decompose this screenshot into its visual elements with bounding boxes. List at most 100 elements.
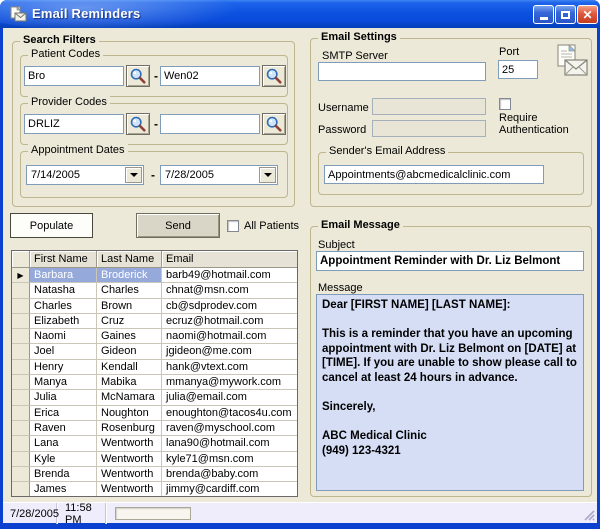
username-input[interactable] [372, 98, 486, 115]
grid-cell[interactable]: Broderick [97, 268, 162, 283]
grid-cell[interactable]: Rosenburg [97, 421, 162, 436]
row-indicator-icon[interactable]: ▶ [12, 268, 30, 283]
grid-cell[interactable]: Barbara [30, 268, 97, 283]
grid-cell[interactable]: Wentworth [97, 467, 162, 482]
table-row[interactable]: JoelGideonjgideon@me.com [12, 344, 297, 359]
row-indicator-cell[interactable] [12, 344, 30, 359]
grid-cell[interactable]: Naomi [30, 329, 97, 344]
table-row[interactable]: EricaNoughtonenoughton@tacos4u.com [12, 406, 297, 421]
row-indicator-cell[interactable] [12, 406, 30, 421]
grid-cell[interactable]: Erica [30, 406, 97, 421]
grid-cell[interactable]: Joel [30, 344, 97, 359]
patient-grid[interactable]: First Name Last Name Email ▶BarbaraBrode… [11, 250, 298, 497]
appointment-date-to-combo[interactable]: 7/28/2005 [160, 165, 278, 185]
column-header-email[interactable]: Email [162, 251, 297, 268]
grid-cell[interactable]: kyle71@msn.com [162, 452, 297, 467]
table-row[interactable]: KyleWentworthkyle71@msn.com [12, 452, 297, 467]
row-indicator-cell[interactable] [12, 436, 30, 451]
column-header-last-name[interactable]: Last Name [97, 251, 162, 268]
grid-cell[interactable]: ecruz@hotmail.com [162, 314, 297, 329]
row-indicator-cell[interactable] [12, 452, 30, 467]
grid-cell[interactable]: James [30, 482, 97, 497]
appointment-date-from-combo[interactable]: 7/14/2005 [26, 165, 144, 185]
row-indicator-cell[interactable] [12, 390, 30, 405]
table-row[interactable]: JamesWentworthjimmy@cardiff.com [12, 482, 297, 497]
row-indicator-cell[interactable] [12, 482, 30, 497]
senders-email-input[interactable] [324, 165, 544, 184]
grid-cell[interactable]: hank@vtext.com [162, 360, 297, 375]
grid-cell[interactable]: naomi@hotmail.com [162, 329, 297, 344]
grid-cell[interactable]: Elizabeth [30, 314, 97, 329]
patient-from-search-button[interactable] [126, 65, 150, 87]
patient-to-search-button[interactable] [262, 65, 286, 87]
provider-to-search-button[interactable] [262, 113, 286, 135]
send-email-icon[interactable] [551, 42, 589, 80]
table-row[interactable]: JuliaMcNamarajulia@email.com [12, 390, 297, 405]
table-row[interactable]: ManyaMabikammanya@mywork.com [12, 375, 297, 390]
port-input[interactable] [498, 60, 538, 79]
all-patients-checkbox[interactable] [227, 220, 239, 232]
table-row[interactable]: ElizabethCruzecruz@hotmail.com [12, 314, 297, 329]
grid-cell[interactable]: chnat@msn.com [162, 283, 297, 298]
grid-cell[interactable]: jgideon@me.com [162, 344, 297, 359]
resize-grip-icon[interactable] [582, 508, 595, 521]
row-indicator-cell[interactable] [12, 421, 30, 436]
provider-code-from-input[interactable] [24, 114, 124, 134]
grid-cell[interactable]: Kyle [30, 452, 97, 467]
table-row[interactable]: HenryKendallhank@vtext.com [12, 360, 297, 375]
grid-cell[interactable]: mmanya@mywork.com [162, 375, 297, 390]
grid-cell[interactable]: Mabika [97, 375, 162, 390]
grid-cell[interactable]: Cruz [97, 314, 162, 329]
row-indicator-cell[interactable] [12, 283, 30, 298]
send-button[interactable]: Send [136, 213, 220, 238]
grid-cell[interactable]: Gaines [97, 329, 162, 344]
grid-cell[interactable]: Wentworth [97, 436, 162, 451]
table-row[interactable]: ▶BarbaraBroderickbarb49@hotmail.com [12, 268, 297, 283]
grid-cell[interactable]: Lana [30, 436, 97, 451]
password-input[interactable] [372, 120, 486, 137]
grid-cell[interactable]: Wentworth [97, 452, 162, 467]
minimize-button[interactable] [533, 5, 554, 24]
provider-code-to-input[interactable] [160, 114, 260, 134]
grid-cell[interactable]: lana90@hotmail.com [162, 436, 297, 451]
grid-cell[interactable]: Julia [30, 390, 97, 405]
grid-cell[interactable]: Brown [97, 299, 162, 314]
table-row[interactable]: NaomiGainesnaomi@hotmail.com [12, 329, 297, 344]
row-indicator-cell[interactable] [12, 299, 30, 314]
grid-cell[interactable]: Charles [97, 283, 162, 298]
maximize-button[interactable] [555, 5, 576, 24]
grid-cell[interactable]: Brenda [30, 467, 97, 482]
require-authentication-checkbox[interactable] [499, 98, 511, 110]
table-row[interactable]: LanaWentworthlana90@hotmail.com [12, 436, 297, 451]
grid-cell[interactable]: Manya [30, 375, 97, 390]
grid-cell[interactable]: Natasha [30, 283, 97, 298]
grid-cell[interactable]: raven@myschool.com [162, 421, 297, 436]
grid-cell[interactable]: Gideon [97, 344, 162, 359]
smtp-server-input[interactable] [318, 62, 486, 81]
grid-cell[interactable]: Charles [30, 299, 97, 314]
patient-code-from-input[interactable] [24, 66, 124, 86]
table-row[interactable]: NatashaCharleschnat@msn.com [12, 283, 297, 298]
column-header-first-name[interactable]: First Name [30, 251, 97, 268]
grid-cell[interactable]: Kendall [97, 360, 162, 375]
grid-cell[interactable]: Wentworth [97, 482, 162, 497]
dropdown-button[interactable] [259, 167, 276, 183]
message-textarea[interactable]: Dear [FIRST NAME] [LAST NAME]: This is a… [316, 294, 584, 491]
grid-cell[interactable]: jimmy@cardiff.com [162, 482, 297, 497]
patient-code-to-input[interactable] [160, 66, 260, 86]
grid-cell[interactable]: Raven [30, 421, 97, 436]
grid-cell[interactable]: McNamara [97, 390, 162, 405]
close-button[interactable]: ✕ [577, 5, 598, 24]
grid-cell[interactable]: julia@email.com [162, 390, 297, 405]
row-indicator-cell[interactable] [12, 467, 30, 482]
table-row[interactable]: CharlesBrowncb@sdprodev.com [12, 299, 297, 314]
subject-input[interactable] [316, 251, 584, 271]
grid-cell[interactable]: barb49@hotmail.com [162, 268, 297, 283]
dropdown-button[interactable] [125, 167, 142, 183]
grid-cell[interactable]: brenda@baby.com [162, 467, 297, 482]
row-indicator-cell[interactable] [12, 314, 30, 329]
grid-cell[interactable]: enoughton@tacos4u.com [162, 406, 297, 421]
table-row[interactable]: RavenRosenburgraven@myschool.com [12, 421, 297, 436]
row-indicator-cell[interactable] [12, 375, 30, 390]
grid-cell[interactable]: Henry [30, 360, 97, 375]
